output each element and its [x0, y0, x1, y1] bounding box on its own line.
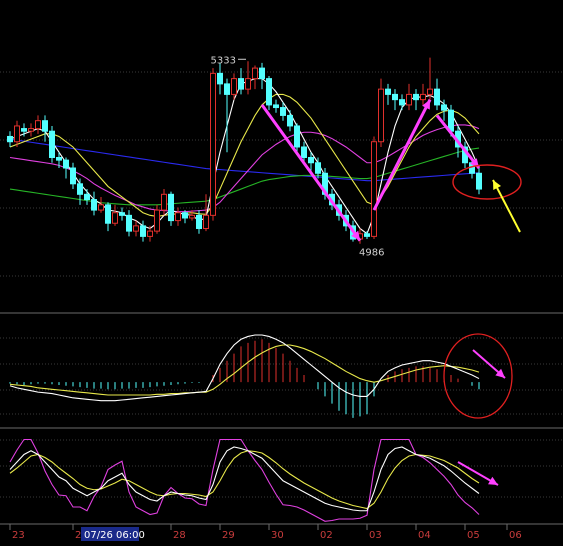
candle-body-down	[259, 67, 265, 80]
x-tick-label: 30	[271, 530, 284, 541]
candle-body-down	[63, 159, 69, 169]
candle-body-up	[175, 212, 181, 222]
candle-body-up	[112, 212, 118, 224]
price-low-label: 4986	[359, 248, 384, 259]
candle-body-up	[371, 141, 377, 237]
candle-body-down	[105, 204, 111, 224]
candle-body-down	[287, 114, 293, 127]
candle-body-down	[70, 167, 76, 185]
candle-body-down	[385, 88, 391, 95]
macd-panel	[9, 334, 480, 418]
candle-body-down	[441, 104, 447, 111]
candle-body-up	[161, 193, 167, 211]
candle-body-down	[434, 88, 440, 106]
annotation-overlay: 5333 4986	[211, 55, 522, 486]
candle-body-up	[406, 93, 412, 106]
x-tick-label: 02	[320, 530, 333, 541]
x-tick-label: 06	[509, 530, 522, 541]
candle-body-down	[280, 107, 286, 116]
down-trend-arrow-2	[435, 114, 481, 169]
candle-body-up	[35, 120, 41, 130]
candle-body-up	[231, 78, 237, 95]
cursor-time-label: 07/26 06:00	[84, 530, 145, 541]
candle-body-down	[392, 93, 398, 101]
x-axis: 2320282930020304050607/26 06:00	[9, 524, 522, 541]
x-tick-label: 05	[467, 530, 480, 541]
candle-body-up	[427, 88, 433, 95]
candle-body-up	[378, 88, 384, 143]
x-tick-label: 29	[222, 530, 235, 541]
candle-body-down	[315, 162, 321, 174]
candle-body-up	[14, 125, 20, 143]
candle-body-down	[399, 99, 405, 106]
candle-body-up	[133, 225, 139, 232]
candle-body-up	[252, 67, 258, 80]
candle-body-down	[364, 233, 370, 237]
candle-body-down	[196, 214, 202, 229]
down-trend-arrow	[260, 104, 362, 242]
candle-body-down	[448, 109, 454, 132]
x-tick-label: 23	[12, 530, 25, 541]
candle-body-up	[147, 230, 153, 237]
candle-body-down	[77, 183, 83, 195]
candle-body-down	[182, 212, 188, 219]
candle-body-down	[168, 193, 174, 222]
x-tick-label: 04	[418, 530, 431, 541]
candle-body-up	[154, 209, 160, 232]
candle-body-up	[203, 214, 209, 229]
grid-lines	[0, 71, 563, 525]
candle-body-down	[308, 157, 314, 164]
candle-body-up	[420, 93, 426, 101]
candle-body-down	[273, 104, 279, 109]
candle-body-down	[7, 135, 13, 143]
candle-body-down	[91, 199, 97, 211]
candle-body-up	[245, 78, 251, 90]
candle-body-up	[28, 128, 34, 132]
candle-body-down	[56, 157, 62, 161]
candle-body-down	[119, 212, 125, 216]
candle-body-down	[21, 128, 27, 132]
candle-body-down	[413, 93, 419, 101]
kdj-d-line	[9, 450, 480, 510]
kdj-panel	[9, 438, 480, 522]
candle-body-down	[217, 72, 223, 85]
candle-body-down	[42, 120, 48, 132]
candle-body-down	[294, 125, 300, 148]
support-circle	[452, 164, 522, 200]
candle-body-down	[84, 193, 90, 201]
candle-body-up	[98, 204, 104, 211]
candle-body-up	[210, 72, 216, 216]
price-high-label: 5333	[211, 55, 236, 66]
candle-body-up	[189, 214, 195, 219]
candle-body-down	[238, 78, 244, 90]
candle-body-down	[49, 130, 55, 158]
candle-body-down	[266, 78, 272, 106]
candle-body-down	[224, 83, 230, 95]
candle-body-down	[126, 214, 132, 232]
x-tick-label: 03	[369, 530, 382, 541]
candle-body-down	[140, 225, 146, 237]
price-panel	[7, 57, 482, 244]
x-tick-label: 28	[173, 530, 186, 541]
chart-svg: 53334986 2320282930020304050607/26 06:00	[0, 55, 563, 541]
candle-body-down	[301, 146, 307, 158]
candle-body-down	[476, 172, 482, 190]
